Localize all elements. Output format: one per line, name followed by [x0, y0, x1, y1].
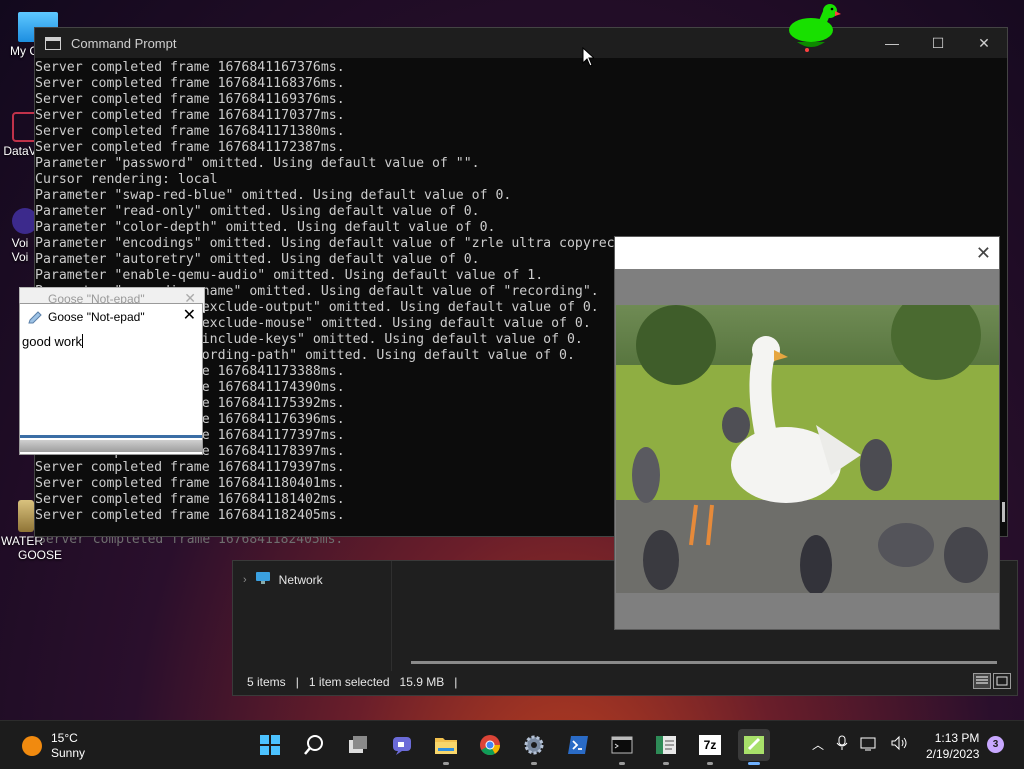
- maximize-button[interactable]: ☐: [915, 28, 961, 58]
- horizontal-scrollbar[interactable]: [411, 661, 997, 664]
- selection-size: 15.9 MB: [399, 675, 445, 689]
- status-separator: |: [295, 675, 299, 689]
- notepad-icon: [28, 310, 42, 324]
- desktop-icon-label: DataV: [3, 144, 37, 158]
- console-line: Parameter "password" omitted. Using defa…: [35, 156, 480, 171]
- cursor-arrow-icon: [582, 46, 596, 67]
- title-bar[interactable]: Command Prompt — ☐ ✕: [35, 28, 1007, 58]
- taskbar: 15°C Sunny 7z ︿ 1:13 PM 2/19/2023 3: [0, 720, 1024, 769]
- chevron-right-icon[interactable]: ›: [243, 574, 247, 586]
- settings-icon: [524, 735, 544, 755]
- close-icon: ✕: [978, 34, 990, 51]
- status-separator: |: [454, 675, 458, 689]
- view-toggle: [973, 673, 1011, 689]
- maximize-icon: ☐: [931, 34, 945, 51]
- window-title: Command Prompt: [71, 35, 177, 51]
- command-prompt-icon: [611, 736, 633, 754]
- notepad-plus-button[interactable]: [738, 729, 770, 765]
- popup-title-bar[interactable]: ✕: [615, 237, 999, 269]
- notepad-title-bar[interactable]: Goose "Not-epad" ✕: [20, 304, 202, 330]
- console-line: Cursor rendering: local: [35, 172, 218, 187]
- notepad-plus-icon: [744, 736, 764, 754]
- console-line: Parameter "color-depth" omitted. Using d…: [35, 220, 496, 235]
- task-view-button[interactable]: [342, 729, 374, 761]
- console-line: Parameter "swap-red-blue" omitted. Using…: [35, 188, 512, 203]
- 7zip-icon: 7z: [699, 735, 721, 755]
- nav-item-label: Network: [278, 572, 323, 587]
- console-line: Server completed frame 1676841171380ms.: [35, 124, 345, 139]
- weather-temperature: 15°C: [51, 731, 78, 745]
- chat-button[interactable]: [386, 729, 418, 761]
- close-icon[interactable]: ✕: [183, 308, 196, 324]
- large-icons-view-button[interactable]: [993, 673, 1011, 689]
- goose-meme-image: [616, 305, 999, 593]
- clock-date: 2/19/2023: [926, 747, 980, 761]
- item-count: 5 items: [247, 675, 286, 689]
- weather-widget[interactable]: 15°C Sunny: [22, 731, 85, 761]
- network-icon: [255, 571, 271, 588]
- nav-item-network[interactable]: › Network: [243, 571, 323, 588]
- goose-notepad-window[interactable]: Goose "Not-epad" ✕ good work: [19, 303, 203, 455]
- minimize-icon: —: [885, 35, 899, 51]
- console-line: Server completed frame 1676841168376ms.: [35, 76, 345, 91]
- notepad-title: Goose "Not-epad": [48, 310, 145, 324]
- start-button[interactable]: [254, 729, 286, 761]
- navigation-pane: › Network: [233, 561, 392, 671]
- close-button[interactable]: ✕: [961, 28, 1007, 58]
- status-bar: 5 items | 1 item selected 15.9 MB |: [247, 675, 457, 689]
- notepad-bottom-bar: [20, 440, 202, 452]
- chevron-up-icon[interactable]: ︿: [812, 736, 824, 753]
- minimize-button[interactable]: —: [869, 28, 915, 58]
- file-explorer-icon: [435, 738, 457, 754]
- 7zip-button[interactable]: 7z: [694, 729, 726, 765]
- notepad-accent-bar: [20, 435, 202, 438]
- document-viewer-icon: [656, 736, 676, 754]
- goose-executable-icon: [18, 500, 34, 532]
- microphone-icon[interactable]: [836, 735, 848, 754]
- settings-button[interactable]: [518, 729, 550, 765]
- terminal-icon: [45, 36, 61, 50]
- command-prompt-button[interactable]: [606, 729, 638, 765]
- network-status-icon[interactable]: [860, 735, 878, 754]
- notification-badge[interactable]: 3: [987, 736, 1004, 753]
- volume-icon[interactable]: [890, 735, 908, 754]
- console-line: Server completed frame 1676841169376ms.: [35, 92, 345, 107]
- console-line: Server completed frame 1676841170377ms.: [35, 108, 345, 123]
- vertical-scrollbar-thumb[interactable]: [1002, 502, 1005, 522]
- console-line: Server completed frame 1676841167376ms.: [35, 60, 345, 75]
- weather-condition: Sunny: [51, 746, 86, 760]
- search-icon: [304, 735, 323, 755]
- chrome-icon: [480, 735, 501, 756]
- notepad-text: good work: [22, 334, 82, 349]
- chat-icon: [393, 737, 411, 755]
- tiles-view-icon: [996, 676, 1008, 686]
- chrome-button[interactable]: [474, 729, 506, 761]
- mouse-cursor: [582, 46, 596, 70]
- file-explorer-button[interactable]: [430, 729, 462, 765]
- clock-time: 1:13 PM: [934, 731, 980, 745]
- notepad-text-area[interactable]: good work: [22, 334, 83, 349]
- search-button[interactable]: [298, 729, 330, 761]
- clock[interactable]: 1:13 PM 2/19/2023: [926, 730, 979, 762]
- powershell-icon: [568, 736, 588, 754]
- task-view-icon: [349, 736, 367, 753]
- system-tray: ︿: [812, 735, 908, 754]
- selection-info: 1 item selected: [308, 675, 390, 689]
- details-view-icon: [976, 676, 988, 684]
- desktop-goose[interactable]: [783, 2, 843, 61]
- close-icon[interactable]: ✕: [976, 243, 991, 264]
- console-line: Server completed frame 1676841172387ms.: [35, 140, 345, 155]
- windows-start-icon: [260, 735, 280, 755]
- powershell-button[interactable]: [562, 729, 594, 761]
- goose-image-popup[interactable]: ✕: [614, 236, 1000, 630]
- console-line: Parameter "read-only" omitted. Using def…: [35, 204, 480, 219]
- details-view-button[interactable]: [973, 673, 991, 689]
- document-viewer-button[interactable]: [650, 729, 682, 765]
- desktop-icon-label: GOOSE: [18, 548, 63, 562]
- sun-icon: [22, 736, 42, 756]
- goose-icon: [789, 4, 841, 52]
- taskbar-apps: 7z: [254, 729, 770, 765]
- text-caret: [81, 334, 83, 348]
